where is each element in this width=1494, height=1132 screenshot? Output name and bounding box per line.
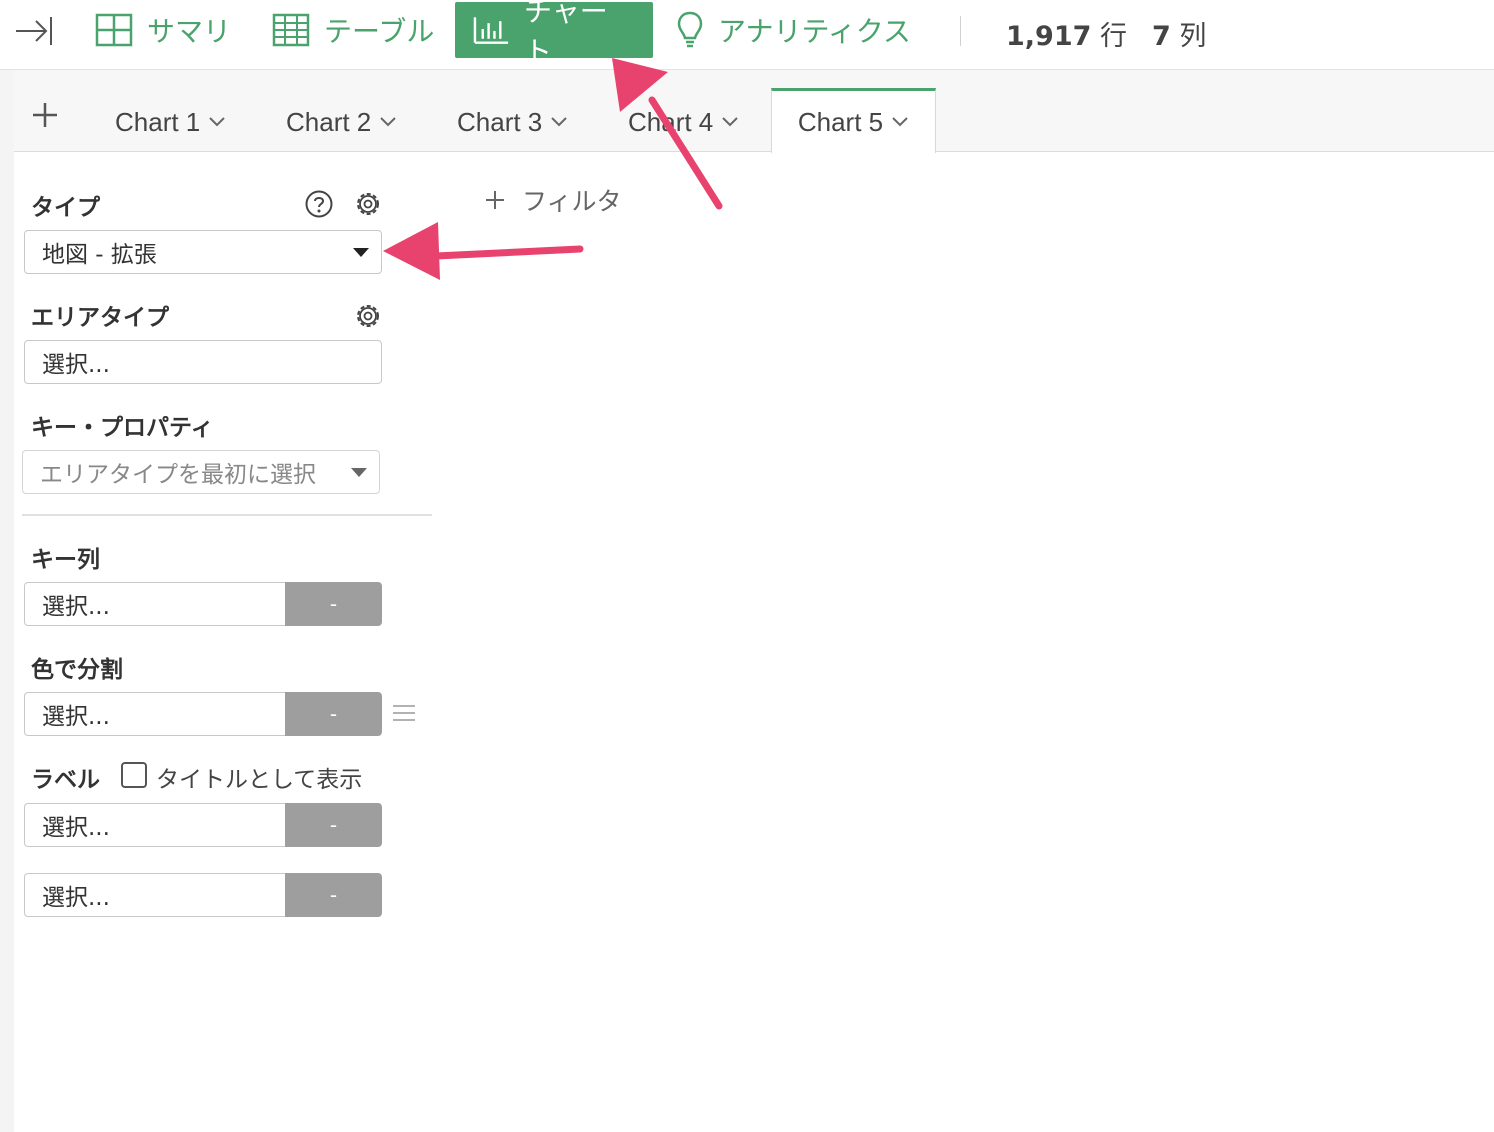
color-split-field[interactable]: 選択... <box>24 692 285 736</box>
label-field-1[interactable]: 選択... <box>24 803 285 847</box>
table-icon <box>272 13 310 47</box>
label-remove-button-2[interactable]: - <box>285 873 382 917</box>
expand-panel-icon[interactable] <box>14 14 54 48</box>
arrow-to-type-select <box>383 222 584 280</box>
color-split-select[interactable]: 選択... - <box>24 692 382 736</box>
help-icon[interactable] <box>304 189 334 219</box>
annotation-arrows <box>383 58 723 280</box>
column-count: 7 列 <box>1152 14 1206 53</box>
panel-divider <box>22 514 432 516</box>
key-property-select[interactable]: エリアタイプを最初に選択 <box>22 450 380 494</box>
key-column-field[interactable]: 選択... <box>24 582 285 626</box>
show-as-title-checkbox[interactable] <box>121 762 147 788</box>
nav-summary[interactable]: サマリ <box>95 2 231 58</box>
key-column-label: キー列 <box>31 547 100 573</box>
bar-chart-icon <box>473 17 509 44</box>
nav-analytics-label: アナリティクス <box>718 15 911 48</box>
area-type-placeholder: 選択... <box>42 352 110 378</box>
nav-chart[interactable]: チャート <box>455 0 653 68</box>
add-chart-tab-icon[interactable] <box>30 100 60 130</box>
tab-chart-1[interactable]: Chart 1 <box>115 96 226 148</box>
top-toolbar: サマリ テーブル チャート アナリティクス 1,917 行 7 列 <box>0 0 1494 70</box>
add-filter-button[interactable]: フィルタ <box>484 182 622 218</box>
chevron-down-icon[interactable] <box>721 116 739 128</box>
row-count-unit: 行 <box>1100 21 1127 52</box>
area-type-label: エリアタイプ <box>31 305 169 331</box>
key-column-select[interactable]: 選択... - <box>24 582 382 626</box>
nav-table-label: テーブル <box>324 15 435 48</box>
nav-summary-label: サマリ <box>147 15 232 48</box>
column-count-unit: 列 <box>1179 21 1207 52</box>
column-count-value: 7 <box>1152 21 1171 52</box>
chevron-down-icon[interactable] <box>550 116 568 128</box>
left-gutter <box>0 70 14 1132</box>
key-property-placeholder: エリアタイプを最初に選択 <box>40 462 316 488</box>
chevron-down-icon[interactable] <box>891 116 909 128</box>
area-type-select[interactable]: 選択... <box>24 340 382 384</box>
tab-chart-5[interactable]: Chart 5 <box>771 88 936 153</box>
label-remove-button-1[interactable]: - <box>285 803 382 847</box>
label-select-1[interactable]: 選択... - <box>24 803 382 847</box>
area-type-settings-gear-icon[interactable] <box>353 301 383 331</box>
menu-lines-icon[interactable] <box>392 703 416 723</box>
chevron-down-icon[interactable] <box>208 116 226 128</box>
tab-chart-5-label: Chart 5 <box>797 106 884 137</box>
row-count-value: 1,917 <box>1006 21 1092 52</box>
nav-table[interactable]: テーブル <box>272 2 434 58</box>
tab-chart-4-label: Chart 4 <box>628 106 714 137</box>
tab-chart-3[interactable]: Chart 3 <box>457 96 568 148</box>
chart-tab-bar <box>14 70 1494 152</box>
nav-analytics[interactable]: アナリティクス <box>676 2 911 58</box>
plus-icon <box>486 191 504 209</box>
label-select-2[interactable]: 選択... - <box>24 873 382 917</box>
key-property-label: キー・プロパティ <box>31 415 214 441</box>
chart-type-select[interactable]: 地図 - 拡張 <box>24 230 382 274</box>
color-split-remove-button[interactable]: - <box>285 692 382 736</box>
chart-type-value: 地図 - 拡張 <box>42 242 157 268</box>
caret-down-icon <box>351 468 367 477</box>
label-label: ラベル <box>31 767 100 793</box>
tab-chart-1-label: Chart 1 <box>115 106 201 137</box>
key-column-remove-button[interactable]: - <box>285 582 382 626</box>
row-count: 1,917 行 <box>1006 14 1127 53</box>
color-split-label: 色で分割 <box>31 657 123 683</box>
type-settings-gear-icon[interactable] <box>353 189 383 219</box>
summary-grid-icon <box>95 13 133 47</box>
tab-chart-3-label: Chart 3 <box>457 106 543 137</box>
filter-label: フィルタ <box>522 187 622 216</box>
caret-down-icon <box>353 248 369 257</box>
tab-chart-4[interactable]: Chart 4 <box>628 96 739 148</box>
nav-chart-label: チャート <box>524 0 608 68</box>
type-label: タイプ <box>31 195 100 221</box>
toolbar-separator <box>960 16 961 46</box>
tab-chart-2[interactable]: Chart 2 <box>286 96 397 148</box>
tab-chart-2-label: Chart 2 <box>286 106 372 137</box>
show-as-title-label: タイトルとして表示 <box>156 767 363 793</box>
chevron-down-icon[interactable] <box>379 116 397 128</box>
lightbulb-icon <box>677 11 703 48</box>
label-field-2[interactable]: 選択... <box>24 873 285 917</box>
